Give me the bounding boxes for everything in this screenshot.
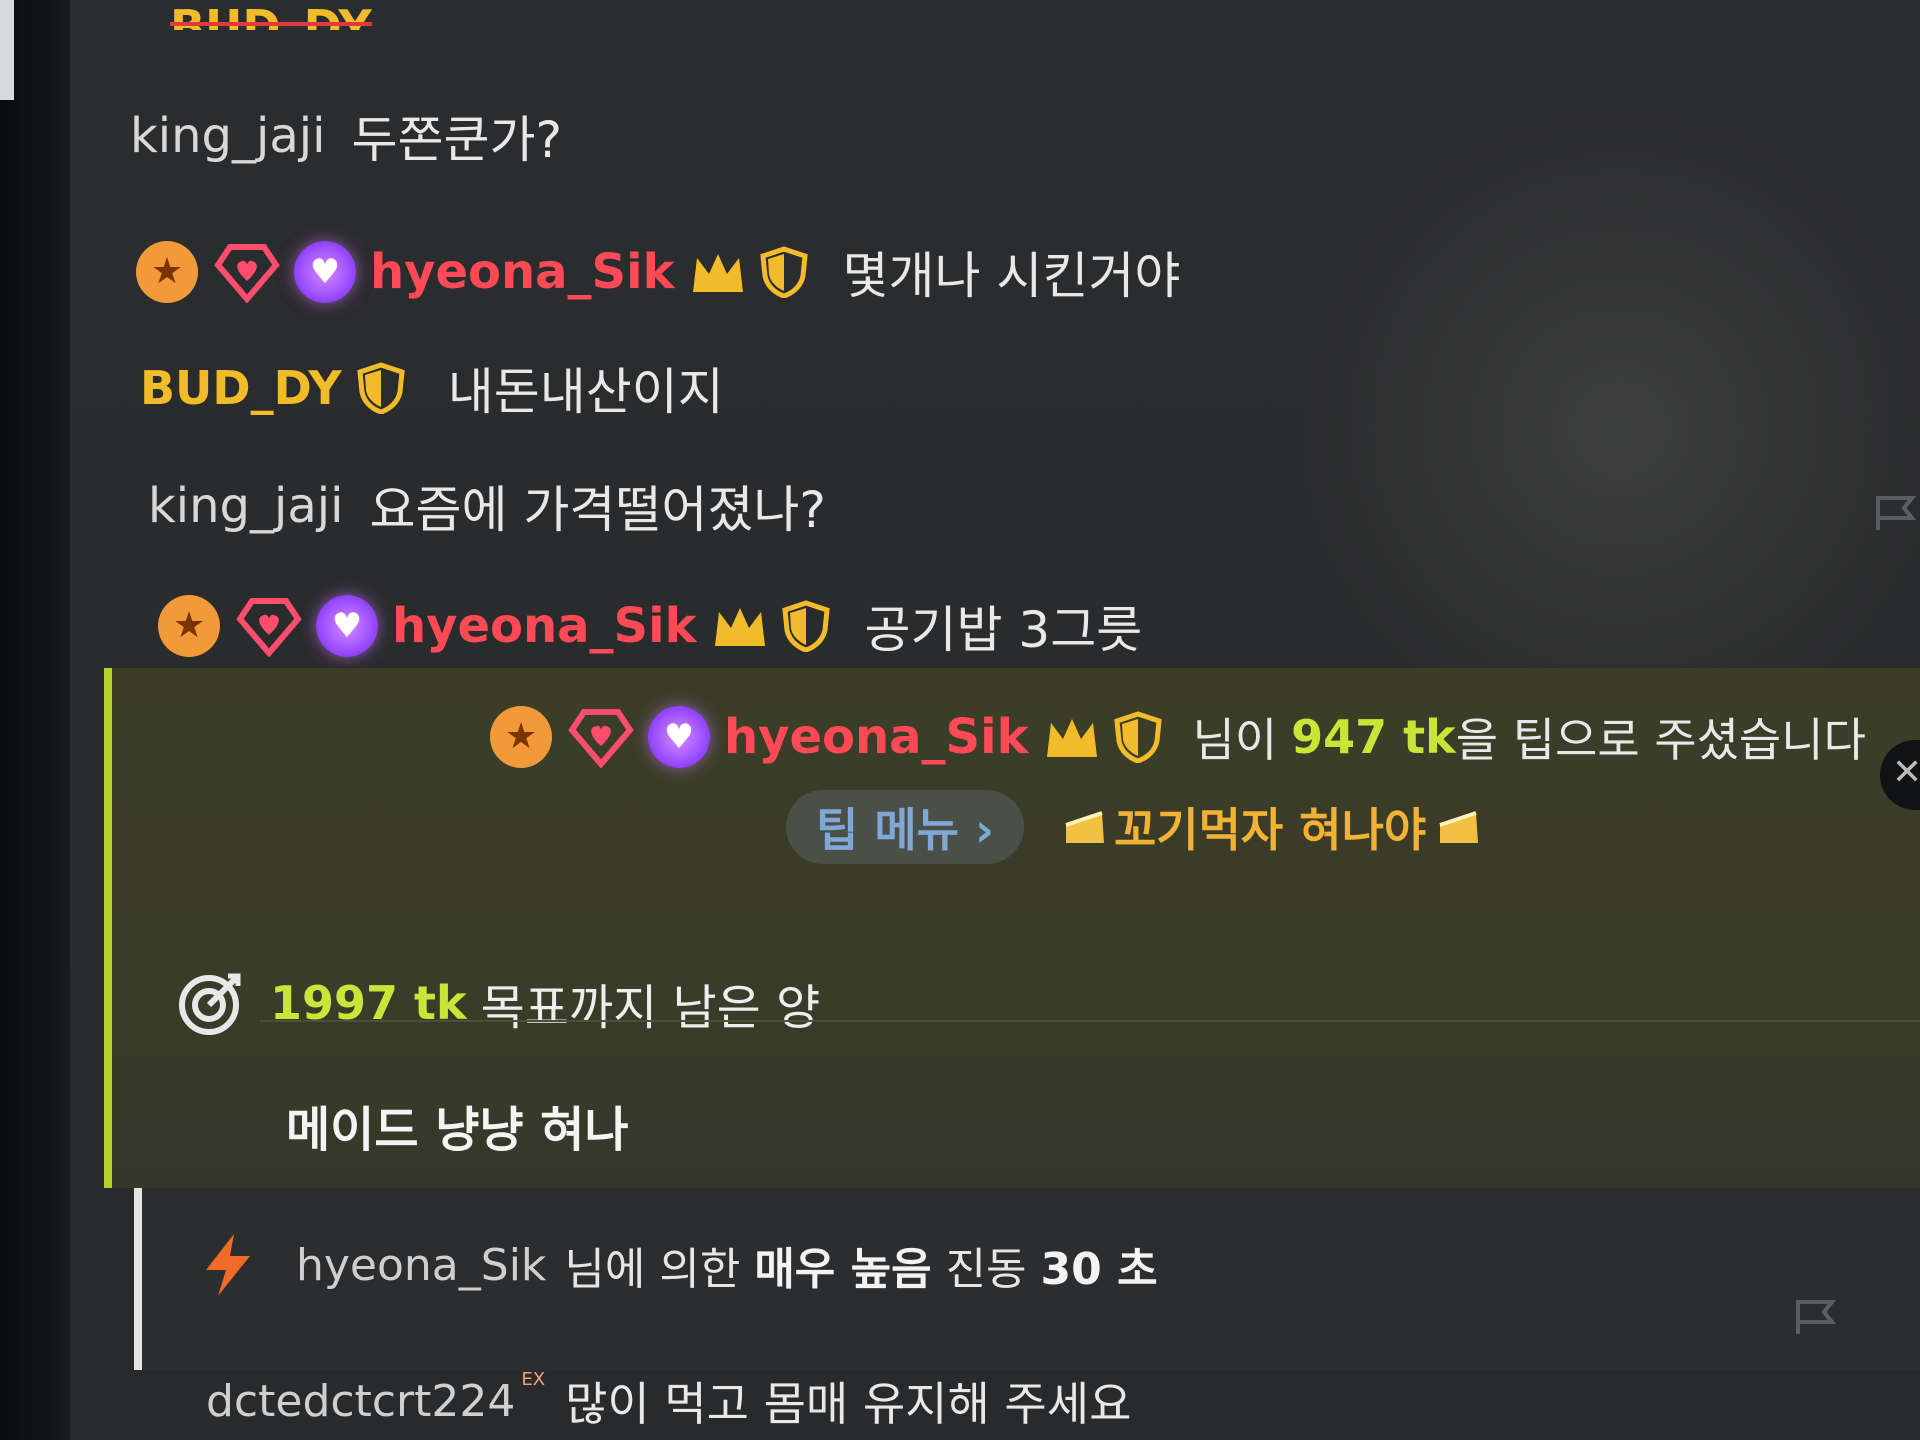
chat-message: BUD_DY 내돈내산이지: [140, 352, 724, 424]
tip-message: ★ ♥ hyeona_Sik 님이 947 tk 을 팁으로 주셨습니다: [490, 704, 1866, 770]
message-text: 몇개나 시킨거야: [842, 247, 1181, 305]
purple-heart-icon: ♥: [294, 241, 356, 303]
ex-tag: EX: [521, 1368, 546, 1390]
vibration-level: 매우 높음: [754, 1244, 932, 1295]
flag-icon[interactable]: [1874, 494, 1918, 534]
crown-icon: [1046, 719, 1097, 757]
crown-icon: [692, 254, 743, 292]
vibration-prefix: 님에 의한: [564, 1244, 741, 1295]
diamond-heart-icon: [236, 598, 302, 657]
star-badge-icon: ★: [490, 706, 552, 768]
strike-line: [170, 22, 372, 26]
flag-icon[interactable]: [1794, 1298, 1838, 1338]
goal-title: 메이드 냥냥 혀나: [286, 1102, 629, 1158]
message-text: 내돈내산이지: [447, 363, 724, 421]
shield-icon: [759, 246, 808, 298]
tip-menu-item[interactable]: 꼬기먹자 혀나야: [1114, 794, 1426, 860]
tip-prefix: 님이: [1192, 713, 1278, 767]
diamond-heart-icon: [568, 709, 634, 768]
tip-menu-row: 팁 메뉴 › 꼬기먹자 혀나야: [786, 790, 1494, 864]
username[interactable]: hyeona_Sik: [392, 598, 697, 654]
crown-icon: [714, 608, 765, 646]
chat-message: ★ ♥ hyeona_Sik 공기밥 3그릇: [158, 590, 1142, 662]
vibration-row: hyeona_Sik 님에 의한 매우 높음 진동 30 초: [200, 1232, 1158, 1298]
star-badge-icon: ★: [158, 595, 220, 657]
message-text: 많이 먹고 몸매 유지해 주세요: [565, 1377, 1132, 1431]
shield-icon: [1113, 711, 1162, 763]
tip-suffix: 을 팁으로 주셨습니다: [1455, 713, 1866, 767]
close-icon[interactable]: ✕: [1892, 752, 1920, 793]
tip-username[interactable]: hyeona_Sik: [724, 709, 1029, 765]
lightning-icon: [206, 1234, 250, 1296]
username[interactable]: king_jaji: [130, 108, 325, 164]
message-text: 요즘에 가격떨어졌나?: [369, 481, 826, 539]
username[interactable]: dctedctcrt224: [206, 1376, 515, 1427]
cake-icon: [1065, 811, 1104, 843]
vibration-label: 진동: [945, 1244, 1027, 1295]
diamond-heart-icon: [214, 244, 280, 303]
message-text: 공기밥 3그릇: [864, 601, 1143, 659]
username[interactable]: king_jaji: [148, 478, 343, 534]
chat-message: king_jaji 요즘에 가격떨어졌나?: [148, 470, 826, 542]
chat-message: dctedctcrt224 EX 많이 먹고 몸매 유지해 주세요: [206, 1368, 1131, 1434]
shield-icon: [781, 600, 830, 652]
purple-heart-icon: ♥: [648, 706, 710, 768]
vibration-duration: 30 초: [1040, 1244, 1158, 1295]
goal-target-icon: [179, 973, 241, 1035]
purple-heart-icon: ♥: [316, 595, 378, 657]
message-text: 두쫀쿤가?: [351, 111, 562, 169]
screen-bezel: [0, 0, 70, 1440]
star-badge-icon: ★: [136, 241, 198, 303]
tip-amount: 947 tk: [1291, 710, 1456, 764]
goal-row: 1997 tk 목표까지 남은 양: [176, 968, 820, 1038]
username[interactable]: BUD_DY: [140, 361, 342, 415]
goal-divider: [260, 1020, 1920, 1022]
chat-message: king_jaji 두쫀쿤가?: [130, 100, 562, 172]
chat-panel[interactable]: BUD_DY king_jaji 두쫀쿤가? ★ ♥ hyeona_Sik 몇개…: [70, 0, 1920, 1440]
goal-title-row: 메이드 냥냥 혀나: [286, 1090, 629, 1160]
cake-icon: [1439, 811, 1479, 843]
tip-menu-button[interactable]: 팁 메뉴 ›: [786, 790, 1024, 864]
username[interactable]: hyeona_Sik: [370, 244, 675, 300]
cut-off-message: BUD_DY: [170, 0, 372, 30]
goal-text: 목표까지 남은 양: [480, 980, 821, 1036]
shield-icon: [357, 362, 405, 414]
chat-message: ★ ♥ hyeona_Sik 몇개나 시킨거야: [136, 236, 1180, 308]
vibration-username[interactable]: hyeona_Sik: [296, 1240, 546, 1291]
